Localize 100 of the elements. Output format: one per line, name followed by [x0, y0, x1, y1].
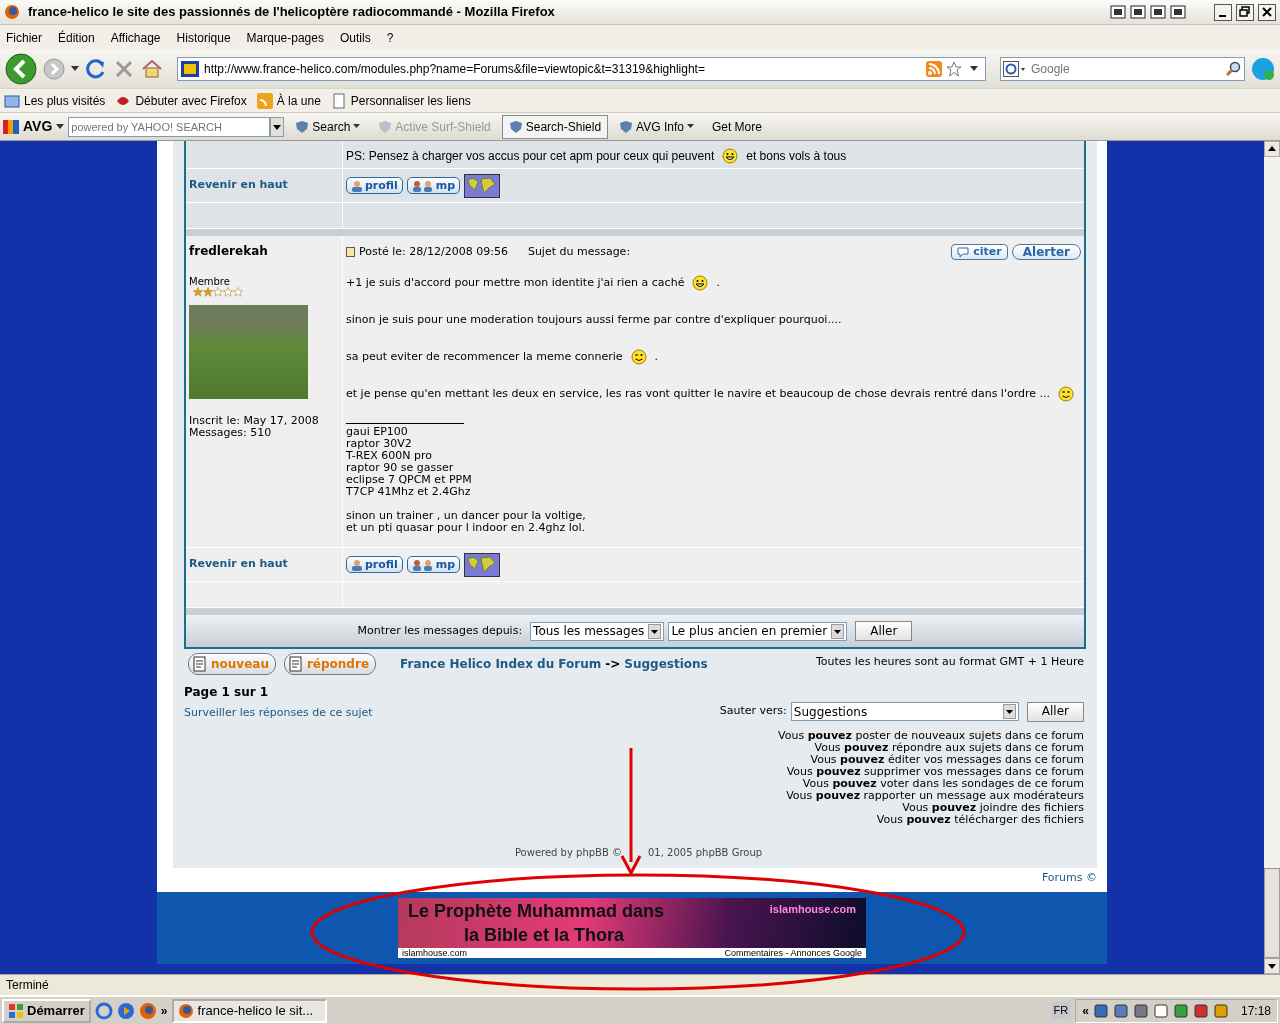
search-field[interactable]: powered by YAHOO! SEARCH [68, 116, 271, 137]
back-to-top-link[interactable]: Revenir en haut [189, 557, 288, 570]
grin-smiley-icon [722, 148, 739, 164]
post-icon [346, 247, 355, 258]
menu-item[interactable]: Fichier [6, 28, 42, 47]
report-button[interactable]: Alerter [1011, 244, 1081, 261]
scroll-up-icon[interactable] [1264, 141, 1280, 157]
start-button[interactable]: Démarrer [2, 998, 91, 1023]
breadcrumb-link[interactable]: Suggestions [624, 655, 708, 673]
search-icon[interactable] [1225, 61, 1241, 77]
scroll-thumb[interactable] [1264, 868, 1280, 958]
bookmark-link[interactable]: Personnaliser les liens [330, 91, 471, 110]
shield-icon [619, 119, 634, 134]
profile-button[interactable]: mp [406, 177, 461, 194]
browser-icon[interactable] [94, 1001, 113, 1020]
page-icon[interactable] [1152, 1002, 1169, 1019]
signature-line: raptor 90 se gasser [346, 461, 455, 474]
app-icon[interactable] [1212, 1002, 1229, 1019]
menu-item[interactable]: Édition [58, 28, 95, 47]
wink-smiley-icon [1058, 385, 1075, 402]
reload-icon[interactable] [85, 58, 107, 80]
scrollbar[interactable] [1264, 141, 1280, 974]
grin-smiley-icon [692, 274, 709, 291]
quote-button[interactable]: citer [951, 244, 1008, 261]
overflow-toggle[interactable]: » [160, 1001, 168, 1020]
scroll-down-icon[interactable] [1264, 958, 1280, 974]
caret-icon[interactable] [71, 66, 79, 72]
menu-item[interactable]: Historique [176, 28, 231, 47]
world-map-icon[interactable] [464, 552, 501, 577]
caret-icon [686, 124, 694, 129]
caret-icon[interactable] [56, 123, 65, 130]
minimize-icon[interactable] [1214, 3, 1232, 21]
home-icon[interactable] [141, 58, 163, 80]
breadcrumb-link[interactable]: France Helico Index du Forum [400, 655, 602, 673]
close-icon[interactable] [1258, 3, 1276, 21]
quote-icon [957, 246, 970, 258]
user-icon[interactable] [1172, 1002, 1189, 1019]
go-button[interactable]: Aller [855, 621, 913, 641]
logo-icon [3, 119, 19, 134]
antivirus-icon[interactable] [1192, 1002, 1209, 1019]
address-field[interactable]: http://www.france-helico.com/modules.php?name=Forums&file=viewtopic&t=31319&highlight= [177, 57, 986, 81]
powered-by-text: Powered by phpBB © [513, 845, 622, 860]
toolbar-button[interactable]: AVG Info [612, 114, 701, 139]
star-icon[interactable] [946, 61, 962, 77]
go-button[interactable]: Aller [1026, 701, 1084, 722]
toolbar-icon[interactable] [1110, 5, 1126, 19]
permission-text: Vous pouvez joindre des fichiers [902, 801, 1084, 814]
computer-icon[interactable] [1112, 1002, 1129, 1019]
avg-logo[interactable]: AVG [3, 116, 53, 137]
dropdown-caret-icon[interactable] [270, 116, 285, 137]
toolbar-icon[interactable] [1130, 5, 1146, 19]
forums-link[interactable]: Forums © [1041, 869, 1097, 886]
taskbar-button[interactable]: france-helico le sit... [171, 998, 327, 1023]
toolbar-button[interactable]: Get More [704, 114, 769, 139]
language-indicator[interactable]: FR [1050, 1002, 1072, 1019]
browser-logo-icon[interactable] [138, 1001, 157, 1020]
bookmark-link[interactable]: À la une [256, 91, 321, 110]
chat-app-icon[interactable] [1251, 57, 1275, 81]
toolbar-icon[interactable] [1170, 5, 1186, 19]
world-map-icon[interactable] [464, 173, 501, 198]
tray-expand-toggle[interactable]: « [1082, 1001, 1089, 1020]
network-icon[interactable] [1092, 1002, 1109, 1019]
menu-item[interactable]: ? [386, 28, 394, 47]
dropdown[interactable]: Le plus ancien en premier [668, 621, 848, 641]
restore-icon[interactable] [1236, 3, 1254, 21]
post-text: et je pense qu'en mettant les deux en service, les ras vont quitter le navire et beaucoup de chose devrais rentré dans l'ordre ... [346, 385, 1081, 402]
device-icon[interactable] [1132, 1002, 1149, 1019]
back-to-top-link[interactable]: Revenir en haut [189, 178, 288, 191]
users-icon [411, 179, 434, 192]
ad-site-text: islamhouse.com [769, 902, 857, 917]
search-engine-icon[interactable] [1003, 61, 1027, 77]
caret-icon[interactable] [970, 66, 978, 72]
user-icon [351, 558, 363, 571]
back-icon[interactable] [5, 53, 37, 85]
shield-icon [378, 119, 393, 134]
profile-button[interactable]: profil [346, 556, 403, 573]
window-title: france-helico le site des passionnés de l'helicoptère radiocommandé - Mozilla Firefox [28, 3, 555, 22]
profile-button[interactable]: profil [346, 177, 403, 194]
ad-feedback-link[interactable]: Commentaires - Annonces Google [724, 948, 862, 958]
forward-icon[interactable] [43, 58, 65, 80]
toolbar-icon[interactable] [1150, 5, 1166, 19]
wink-smiley-icon [630, 348, 647, 365]
options-label: Montrer les messages depuis: [357, 622, 523, 639]
ad-url-link[interactable]: islamhouse.com [402, 948, 468, 958]
menu-item[interactable]: Outils [339, 28, 371, 47]
bookmark-link[interactable]: Débuter avec Firefox [115, 91, 247, 110]
toolbar-button[interactable]: Search [288, 114, 368, 139]
browser-logo-icon [4, 4, 20, 20]
watch-topic-link[interactable]: Surveiller les réponses de ce sujet [184, 705, 708, 722]
dropdown[interactable]: Tous les messages [530, 621, 665, 641]
menu-item[interactable]: Affichage [110, 28, 161, 47]
clock-text: 17:18 [1240, 1002, 1271, 1020]
toolbar-button[interactable]: Search-Shield [501, 114, 609, 139]
bookmark-link[interactable]: Les plus visités [4, 91, 106, 110]
media-player-icon[interactable] [116, 1001, 135, 1020]
advertisement-banner[interactable]: Le Prophète Muhammad dans la Bible et la Thora islamhouse.com islamhouse.com Commentaires - Annonces Google [398, 898, 866, 958]
jump-dropdown[interactable]: Suggestions [790, 702, 1019, 721]
profile-button[interactable]: mp [406, 556, 461, 573]
menu-item[interactable]: Marque-pages [246, 28, 324, 47]
search-field[interactable]: Google [1000, 57, 1245, 81]
